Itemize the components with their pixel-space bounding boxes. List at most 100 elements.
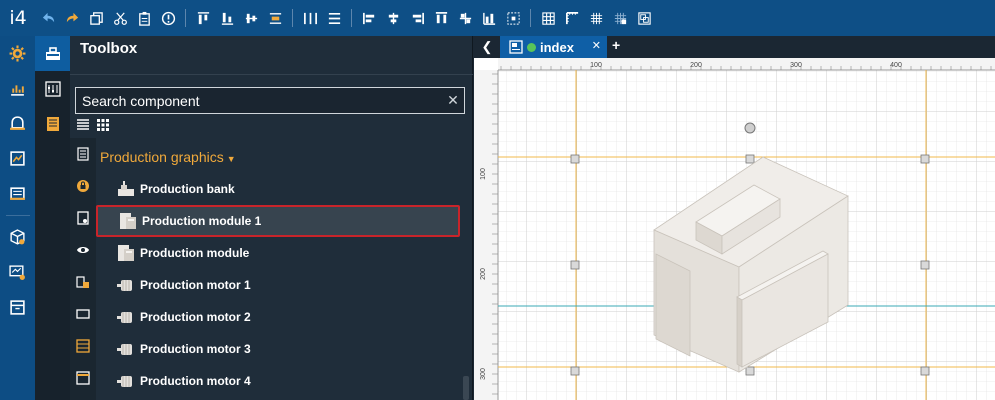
category-data[interactable]	[70, 266, 96, 298]
same-width-icon	[482, 12, 495, 25]
component-item-selected[interactable]: Production module 1	[96, 205, 460, 237]
component-label: Production motor 3	[140, 342, 251, 356]
group-button[interactable]	[633, 7, 655, 29]
list-view-icon[interactable]	[76, 118, 90, 132]
gear-icon	[9, 45, 26, 62]
center-page-button[interactable]	[502, 7, 524, 29]
component-label: Production motor 4	[140, 374, 251, 388]
info-button[interactable]	[157, 7, 179, 29]
vertical-ruler	[474, 70, 498, 400]
same-size-button[interactable]	[454, 7, 476, 29]
caret-down-icon: ▼	[226, 154, 236, 164]
align-center-button[interactable]	[382, 7, 404, 29]
component-item[interactable]: Production motor 1	[96, 269, 460, 301]
close-icon[interactable]: ✕	[592, 39, 601, 52]
production-motor-icon	[117, 344, 132, 355]
view-switcher	[76, 118, 110, 132]
add-tab-button[interactable]: +	[612, 37, 620, 53]
database-icon	[76, 276, 89, 288]
document-icon	[77, 147, 89, 161]
rail-reports[interactable]	[0, 141, 35, 176]
same-width-button[interactable]	[478, 7, 500, 29]
snap-objects-button[interactable]	[609, 7, 631, 29]
tab-status-dot	[527, 42, 536, 52]
ruler-label-h: 200	[690, 62, 702, 69]
rail-archive[interactable]	[0, 290, 35, 325]
rail-divider	[5, 215, 30, 216]
panel-tab-properties[interactable]	[35, 71, 70, 106]
copy-icon	[89, 11, 103, 25]
ruler-label-h: 100	[590, 62, 602, 69]
toolbox-icon	[45, 46, 60, 60]
category-basic[interactable]	[70, 138, 96, 170]
panel-tabs-column	[35, 36, 70, 400]
same-height-icon	[435, 11, 447, 23]
group-header[interactable]: Production graphics ▼	[100, 149, 236, 165]
rotate-handle[interactable]	[744, 122, 756, 134]
align-center-icon	[388, 12, 398, 24]
pages-icon	[46, 116, 59, 131]
rail-display-settings[interactable]	[0, 255, 35, 290]
rulers-button[interactable]	[561, 7, 583, 29]
cut-button[interactable]	[109, 7, 131, 29]
search-input[interactable]	[76, 88, 442, 113]
ruler-label-v: 200	[480, 268, 487, 280]
snap-grid-button[interactable]	[585, 7, 607, 29]
panel-title: Toolbox	[80, 40, 138, 57]
grid-view-icon[interactable]	[96, 118, 110, 132]
undo-button[interactable]	[37, 7, 59, 29]
category-tables[interactable]	[70, 330, 96, 362]
rail-components[interactable]	[0, 220, 35, 255]
component-item[interactable]: Production module	[96, 237, 460, 269]
category-containers[interactable]	[70, 298, 96, 330]
category-security[interactable]	[70, 170, 96, 202]
cut-icon	[113, 11, 127, 25]
rail-dashboard[interactable]	[0, 71, 35, 106]
copy-button[interactable]	[85, 7, 107, 29]
distribute-horizontal-button[interactable]	[299, 7, 321, 29]
rail-settings[interactable]	[0, 36, 35, 71]
category-windows[interactable]	[70, 362, 96, 394]
search-box: ✕	[75, 87, 465, 114]
rail-logbook[interactable]	[0, 176, 35, 211]
snap-grid-icon	[590, 12, 602, 24]
main-toolbar: i4	[0, 0, 995, 36]
clear-icon[interactable]: ✕	[442, 92, 464, 109]
grid-button[interactable]	[537, 7, 559, 29]
panel-tab-toolbox[interactable]	[35, 36, 70, 71]
redo-button[interactable]	[61, 7, 83, 29]
align-bottom-button[interactable]	[216, 7, 238, 29]
align-text-button[interactable]	[264, 7, 286, 29]
toolbox-panel: Toolbox ✕ Producti	[70, 36, 473, 400]
distribute-vertical-button[interactable]	[323, 7, 345, 29]
component-item[interactable]: Production motor 3	[96, 333, 460, 365]
paste-button[interactable]	[133, 7, 155, 29]
ruler-label-h: 400	[890, 62, 902, 69]
design-canvas[interactable]: 100 200 300 400 100 200 300	[474, 58, 995, 400]
distribute-horizontal-icon	[303, 12, 317, 24]
category-forms[interactable]	[70, 202, 96, 234]
component-list: Production bank Production module 1 Prod…	[96, 173, 460, 397]
toolbar-divider	[351, 9, 352, 27]
chevron-left-icon[interactable]: ❮	[476, 37, 498, 57]
ruler-label-v: 300	[480, 368, 487, 380]
info-icon	[161, 11, 175, 25]
category-views[interactable]	[70, 234, 96, 266]
align-top-button[interactable]	[192, 7, 214, 29]
rail-alarms[interactable]	[0, 106, 35, 141]
panel-tab-pages[interactable]	[35, 106, 70, 141]
align-left-button[interactable]	[358, 7, 380, 29]
toolbox-scrollbar[interactable]	[463, 376, 469, 400]
component-item[interactable]: Production motor 2	[96, 301, 460, 333]
alarm-icon	[10, 116, 25, 130]
align-left-icon	[362, 12, 374, 24]
component-item[interactable]: Production bank	[96, 173, 460, 205]
component-item[interactable]: Production motor 4	[96, 365, 460, 397]
same-height-button[interactable]	[430, 7, 452, 29]
center-page-icon	[506, 11, 520, 25]
lock-icon	[77, 180, 89, 192]
toolbar-divider	[530, 9, 531, 27]
tab-index[interactable]: index ✕	[500, 36, 607, 58]
align-middle-button[interactable]	[240, 7, 262, 29]
align-right-button[interactable]	[406, 7, 428, 29]
